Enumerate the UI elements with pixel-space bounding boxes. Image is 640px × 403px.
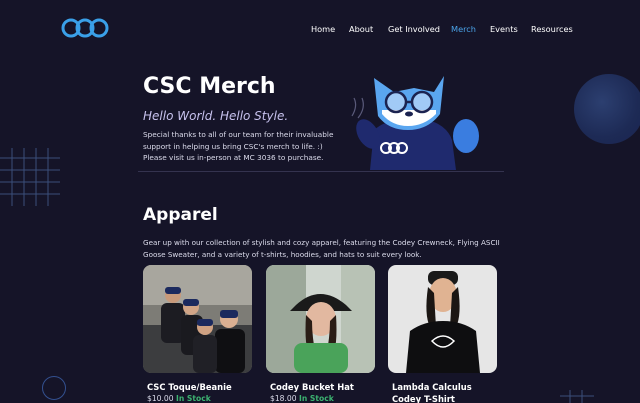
product-name: CSC Toque/Beanie <box>147 382 232 392</box>
decorative-circle <box>574 74 640 144</box>
page-description: Special thanks to all of our team for th… <box>143 129 353 164</box>
decorative-ring <box>42 376 66 400</box>
product-image <box>143 265 252 373</box>
product-name: Codey Bucket Hat <box>270 382 354 392</box>
nav-about[interactable]: About <box>349 24 373 34</box>
product-price-row: $10.00 In Stock <box>147 394 211 403</box>
decorative-grid-icon <box>0 148 60 206</box>
page-description-line: Please visit us in-person at MC 3036 to … <box>143 153 324 162</box>
product-price: $18.00 <box>270 394 297 403</box>
product-image <box>266 265 375 373</box>
nav-events[interactable]: Events <box>490 24 518 34</box>
product-price: $10.00 <box>147 394 174 403</box>
page-description-line: Special thanks to all of our team for th… <box>143 130 334 139</box>
site-header: Home About Get Involved Merch Events Res… <box>0 0 640 58</box>
main-nav: Home About Get Involved Merch Events Res… <box>0 24 640 38</box>
page-title: CSC Merch <box>143 74 276 99</box>
product-card[interactable]: Lambda Calculus Codey T-Shirt <box>388 265 498 403</box>
nav-get-involved[interactable]: Get Involved <box>388 24 440 34</box>
product-card[interactable]: CSC Toque/Beanie $10.00 In Stock <box>143 265 253 403</box>
stock-badge: In Stock <box>299 394 334 403</box>
section-title: Apparel <box>143 205 218 225</box>
section-description: Gear up with our collection of stylish a… <box>143 238 500 259</box>
product-name: Lambda Calculus Codey T-Shirt <box>392 382 472 403</box>
product-price-row: $18.00 In Stock <box>270 394 334 403</box>
product-image <box>388 265 497 373</box>
nav-merch[interactable]: Merch <box>451 24 476 34</box>
product-card[interactable]: Codey Bucket Hat $18.00 In Stock <box>266 265 376 403</box>
page-subtitle: Hello World. Hello Style. <box>143 109 289 123</box>
nav-home[interactable]: Home <box>311 24 335 34</box>
codey-mascot-icon <box>351 76 479 170</box>
nav-resources[interactable]: Resources <box>531 24 573 34</box>
decorative-grid-icon <box>560 390 594 403</box>
stock-badge: In Stock <box>176 394 211 403</box>
page-description-line: support in helping us bring CSC's merch … <box>143 141 323 151</box>
